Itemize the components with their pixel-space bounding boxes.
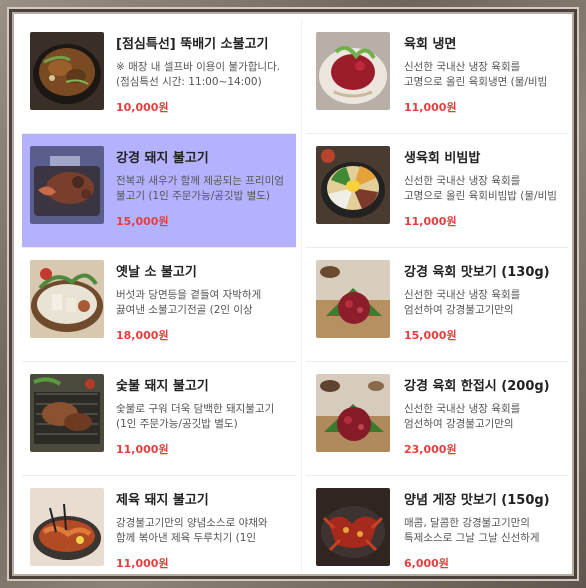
- menu-grid: [점심특선] 뚝배기 소불고기 ※ 매장 내 셀프바 이용이 불가합니다. (점…: [20, 20, 568, 572]
- menu-item-description: 강경불고기만의 양념소스로 야채와 함께 볶아낸 제육 두루치기 (1인 주문.…: [116, 517, 268, 544]
- menu-item-price: 11,000원: [404, 215, 457, 228]
- menu-item-price: 11,000원: [116, 557, 169, 570]
- column-divider: [301, 20, 302, 572]
- menu-item-description: 매콤, 달콤한 강경불고기만의 특제소스로 그날 그날 신선하게 버무린 양념.…: [404, 517, 540, 544]
- menu-item[interactable]: 육회 냉면 신선한 국내산 냉장 육회를 고명으로 올린 육회냉면 (물/비빔 …: [306, 20, 568, 134]
- menu-item-description: 숯불로 구워 더욱 담백한 돼지불고기 (1인 주문가능/공깃밥 별도): [116, 403, 275, 430]
- menu-item-description: ※ 매장 내 셀프바 이용이 불가합니다. (점심특선 시간: 11:00~14…: [116, 61, 281, 88]
- food-photo-yukhoe-bibimbap: [316, 146, 390, 224]
- menu-item-price: 23,000원: [404, 443, 457, 456]
- menu-item-title: 강경 육회 맛보기 (130g): [404, 265, 550, 280]
- menu-item-price: 6,000원: [404, 557, 449, 570]
- menu-item[interactable]: 생육회 비빔밥 신선한 국내산 냉장 육회를 고명으로 올린 육회비빔밥 (물/…: [306, 134, 568, 248]
- food-photo-spicy-crab: [316, 488, 390, 566]
- menu-column-left: [점심특선] 뚝배기 소불고기 ※ 매장 내 셀프바 이용이 불가합니다. (점…: [22, 20, 296, 576]
- menu-item[interactable]: 제육 돼지 불고기 강경불고기만의 양념소스로 야채와 함께 볶아낸 제육 두루…: [22, 476, 296, 576]
- menu-item-description: 신선한 국내산 냉장 육회를 엄선하여 강경불고기만의 특제소스로 버무린 ..…: [404, 289, 521, 316]
- food-photo-yukhoe-naengmyeon: [316, 32, 390, 110]
- menu-item-price: 11,000원: [404, 101, 457, 114]
- menu-item-selected[interactable]: 강경 돼지 불고기 전복과 새우가 함께 제공되는 프리미엄 불고기 (1인 주…: [22, 134, 296, 248]
- picture-frame: [점심특선] 뚝배기 소불고기 ※ 매장 내 셀프바 이용이 불가합니다. (점…: [0, 0, 586, 588]
- menu-item-title: 강경 돼지 불고기: [116, 151, 209, 166]
- menu-item[interactable]: [점심특선] 뚝배기 소불고기 ※ 매장 내 셀프바 이용이 불가합니다. (점…: [22, 20, 296, 134]
- food-photo-bulgogi-pot: [30, 32, 104, 110]
- menu-item-price: 11,000원: [116, 443, 169, 456]
- menu-item-price: 15,000원: [116, 215, 169, 228]
- food-photo-pork-bulgogi: [30, 146, 104, 224]
- menu-column-right: 육회 냉면 신선한 국내산 냉장 육회를 고명으로 올린 육회냉면 (물/비빔 …: [306, 20, 568, 576]
- menu-item-title: 생육회 비빔밥: [404, 151, 481, 166]
- menu-item-price: 15,000원: [404, 329, 457, 342]
- menu-board: [점심특선] 뚝배기 소불고기 ※ 매장 내 셀프바 이용이 불가합니다. (점…: [9, 9, 577, 579]
- menu-item-description: 신선한 국내산 냉장 육회를 엄선하여 강경불고기만의 특제소스로 버무린 ..…: [404, 403, 521, 430]
- food-photo-yukhoe-200g: [316, 374, 390, 452]
- food-photo-charcoal-pork: [30, 374, 104, 452]
- menu-item-price: 10,000원: [116, 101, 169, 114]
- menu-item-title: 제육 돼지 불고기: [116, 493, 209, 508]
- food-photo-beef-hotpot: [30, 260, 104, 338]
- menu-item-price: 18,000원: [116, 329, 169, 342]
- menu-item-title: 옛날 소 불고기: [116, 265, 197, 280]
- food-photo-yukhoe-130g: [316, 260, 390, 338]
- menu-item-description: 버섯과 당면등을 곁들여 자박하게 끓여낸 소불고기전골 (2인 이상 주문가능…: [116, 289, 262, 316]
- menu-item[interactable]: 숯불 돼지 불고기 숯불로 구워 더욱 담백한 돼지불고기 (1인 주문가능/공…: [22, 362, 296, 476]
- menu-item-title: 육회 냉면: [404, 37, 457, 52]
- food-photo-spicy-pork: [30, 488, 104, 566]
- menu-item-title: 양념 게장 맛보기 (150g): [404, 493, 550, 508]
- menu-item[interactable]: 양념 게장 맛보기 (150g) 매콤, 달콤한 강경불고기만의 특제소스로 그…: [306, 476, 568, 576]
- menu-item[interactable]: 강경 육회 맛보기 (130g) 신선한 국내산 냉장 육회를 엄선하여 강경불…: [306, 248, 568, 362]
- menu-item-description: 신선한 국내산 냉장 육회를 고명으로 올린 육회비빔밥 (물/비빔 선택가능): [404, 175, 557, 202]
- menu-item[interactable]: 강경 육회 한접시 (200g) 신선한 국내산 냉장 육회를 엄선하여 강경불…: [306, 362, 568, 476]
- menu-item[interactable]: 옛날 소 불고기 버섯과 당면등을 곁들여 자박하게 끓여낸 소불고기전골 (2…: [22, 248, 296, 362]
- menu-item-description: 신선한 국내산 냉장 육회를 고명으로 올린 육회냉면 (물/비빔 선택가능): [404, 61, 548, 88]
- menu-item-description: 전복과 새우가 함께 제공되는 프리미엄 불고기 (1인 주문가능/공깃밥 별도…: [116, 175, 284, 202]
- menu-item-title: 숯불 돼지 불고기: [116, 379, 209, 394]
- menu-item-title: [점심특선] 뚝배기 소불고기: [116, 37, 269, 52]
- menu-item-title: 강경 육회 한접시 (200g): [404, 379, 550, 394]
